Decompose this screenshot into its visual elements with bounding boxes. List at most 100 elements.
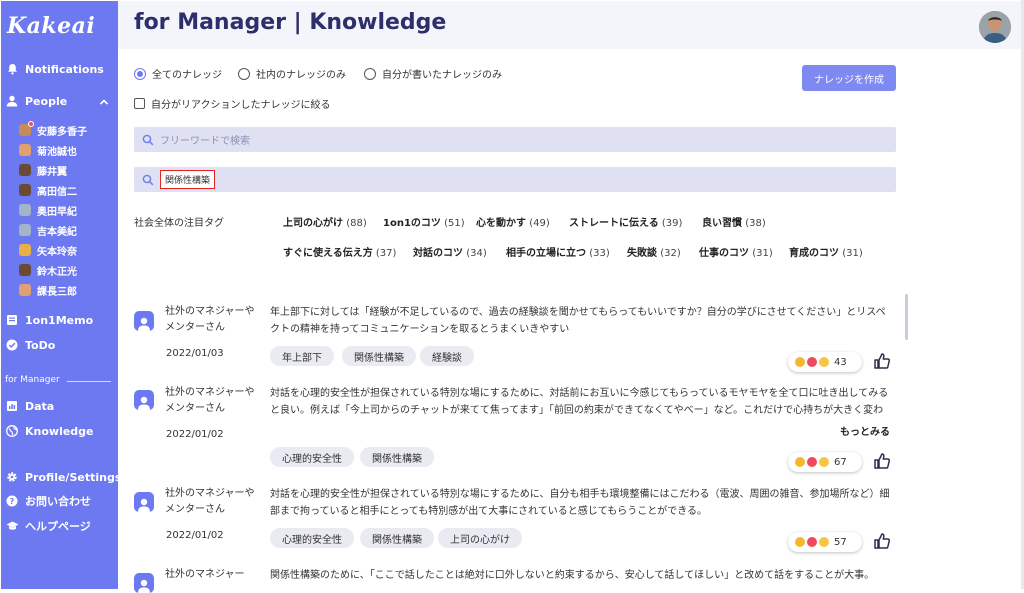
person-name: 藤井翼 — [37, 166, 67, 178]
hot-tag[interactable]: 良い習慣 (38) — [702, 214, 766, 229]
nav-profile-settings[interactable]: Profile/Settings — [5, 467, 121, 487]
like-icon[interactable] — [873, 532, 891, 550]
gear-icon — [5, 470, 19, 484]
post-date: 2022/01/02 — [166, 530, 224, 541]
post-date: 2022/01/03 — [166, 348, 224, 359]
filter-reacted-label: 自分がリアクションしたナレッジに絞る — [151, 100, 331, 111]
thumbs-up-icon — [795, 537, 805, 547]
selected-tag-chip[interactable]: 関係性構築 — [160, 170, 216, 189]
filter-mine-label: 自分が書いたナレッジのみ — [382, 70, 502, 81]
reaction-summary[interactable]: 57 — [788, 532, 862, 552]
person-avatar — [19, 244, 31, 256]
like-icon[interactable] — [873, 452, 891, 470]
hot-tag[interactable]: 育成のコツ (31) — [789, 244, 863, 259]
nav-data-label: Data — [25, 399, 55, 413]
sidebar-person[interactable]: 藤井翼 — [19, 162, 67, 178]
hot-tag[interactable]: 仕事のコツ (31) — [699, 244, 773, 259]
freeword-search-input[interactable]: フリーワードで検索 — [134, 127, 896, 152]
sidebar-person[interactable]: 菊池誠也 — [19, 142, 77, 158]
hot-tag[interactable]: 心を動かす (49) — [476, 214, 550, 229]
section-divider — [67, 381, 111, 382]
nav-1on1memo[interactable]: 1on1Memo — [5, 310, 93, 330]
reaction-count: 67 — [834, 456, 847, 468]
reaction-summary[interactable]: 43 — [788, 352, 862, 372]
post-author: 社外のマネジャーやメンターさん — [165, 306, 255, 333]
scrollbar[interactable] — [905, 294, 908, 340]
sidebar-person[interactable]: 鈴木正光 — [19, 262, 77, 278]
post-text: 関係性構築のために、「ここで話したことは絶対に口外しないと約束するから、安心して… — [270, 570, 875, 581]
person-avatar — [19, 164, 31, 176]
memo-icon — [5, 313, 19, 327]
reaction-summary[interactable]: 67 — [788, 452, 862, 472]
nav-help[interactable]: ヘルプページ — [5, 516, 91, 536]
person-avatar — [19, 224, 31, 236]
person-icon — [5, 94, 19, 108]
nav-todo-label: ToDo — [25, 338, 56, 352]
sidebar-person[interactable]: 吉本美紀 — [19, 222, 77, 238]
hot-tag[interactable]: 対話のコツ (34) — [413, 244, 487, 259]
person-avatar — [19, 121, 34, 136]
search-placeholder: フリーワードで検索 — [160, 136, 250, 147]
post-tag[interactable]: 関係性構築 — [342, 346, 416, 366]
nav-knowledge[interactable]: Knowledge — [5, 421, 94, 441]
radio-unselected[interactable] — [238, 67, 250, 80]
like-icon[interactable] — [873, 352, 891, 370]
author-avatar — [134, 573, 154, 593]
author-avatar — [134, 492, 154, 512]
bell-icon — [5, 62, 19, 76]
notification-dot — [28, 121, 34, 127]
post-text: 対話を心理的安全性が担保されている特別な場にするために、対話前にお互いに今感じて… — [270, 388, 889, 416]
hot-tag[interactable]: 上司の心がけ (88) — [283, 214, 367, 229]
post-tag[interactable]: 関係性構築 — [360, 447, 434, 467]
page-title: for Manager | Knowledge — [134, 10, 447, 35]
post-tag[interactable]: 上司の心がけ — [438, 528, 522, 548]
filter-internal-radio[interactable]: 社内のナレッジのみ — [238, 66, 346, 81]
post-tag[interactable]: 心理的安全性 — [270, 528, 354, 548]
sidebar-person[interactable]: 課長三郎 — [19, 282, 77, 298]
post-tag[interactable]: 経験談 — [420, 346, 474, 366]
person-name: 吉本美紀 — [37, 226, 77, 238]
post-tag[interactable]: 年上部下 — [270, 346, 334, 366]
post-author: 社外のマネジャーやメンターさん — [165, 488, 255, 515]
app-logo[interactable]: Kakeai — [7, 13, 95, 39]
nav-data[interactable]: Data — [5, 396, 54, 416]
filter-all-radio[interactable]: 全てのナレッジ — [134, 66, 222, 81]
section-label-for-manager: for Manager — [5, 375, 60, 385]
create-knowledge-button[interactable]: ナレッジを作成 — [802, 65, 896, 91]
user-icon — [138, 396, 150, 410]
hot-tag[interactable]: 相手の立場に立つ (33) — [506, 244, 610, 259]
nav-notifications[interactable]: Notifications — [5, 59, 104, 79]
nav-todo[interactable]: ToDo — [5, 335, 55, 355]
hot-tag[interactable]: 失敗談 (32) — [627, 244, 681, 259]
person-name: 奥田早紀 — [37, 206, 77, 218]
radio-unselected[interactable] — [364, 67, 376, 80]
filter-reacted-checkbox[interactable]: 自分がリアクションしたナレッジに絞る — [134, 96, 331, 111]
user-icon — [138, 498, 150, 512]
user-avatar[interactable] — [979, 11, 1011, 43]
person-avatar — [19, 184, 31, 196]
checkbox[interactable] — [134, 98, 145, 109]
filter-internal-label: 社内のナレッジのみ — [256, 70, 346, 81]
chevron-up-icon[interactable] — [98, 96, 110, 108]
sidebar-person[interactable]: 安藤多香子 — [19, 121, 87, 138]
post-tag[interactable]: 関係性構築 — [360, 528, 434, 548]
tag-search-input[interactable]: 関係性構築 — [134, 167, 896, 192]
hot-tag[interactable]: すぐに使える伝え方 (37) — [283, 244, 396, 259]
sidebar-person[interactable]: 奥田早紀 — [19, 202, 77, 218]
question-icon: ? — [5, 494, 19, 508]
show-more-link[interactable]: もっとみる — [840, 423, 890, 438]
sidebar-person[interactable]: 矢本玲奈 — [19, 242, 77, 258]
heart-eyes-icon — [807, 357, 817, 367]
nav-help-label: ヘルプページ — [25, 520, 91, 533]
filter-mine-radio[interactable]: 自分が書いたナレッジのみ — [364, 66, 502, 81]
sidebar-person[interactable]: 高田信二 — [19, 182, 77, 198]
radio-selected[interactable] — [134, 67, 146, 80]
bar-chart-icon — [5, 399, 19, 413]
nav-knowledge-label: Knowledge — [25, 424, 94, 438]
hot-tag[interactable]: 1on1のコツ (51) — [383, 214, 465, 229]
nav-contact[interactable]: ? お問い合わせ — [5, 491, 91, 511]
reaction-count: 57 — [834, 536, 847, 548]
hot-tag[interactable]: ストレートに伝える (39) — [569, 214, 682, 229]
post-tag[interactable]: 心理的安全性 — [270, 447, 354, 467]
nav-people[interactable]: People — [5, 91, 67, 111]
